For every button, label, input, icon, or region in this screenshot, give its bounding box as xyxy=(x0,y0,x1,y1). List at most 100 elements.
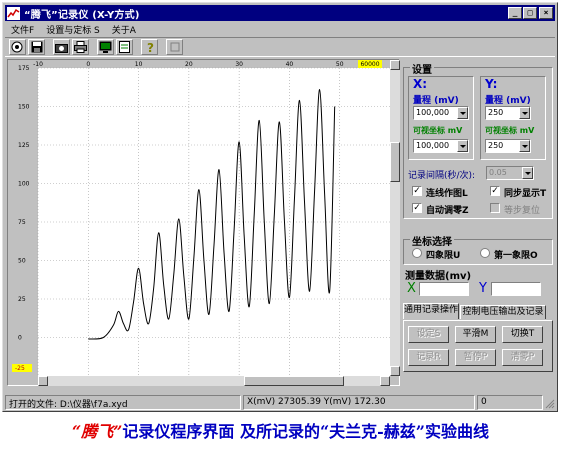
stop-icon xyxy=(170,42,179,52)
vertical-scrollbar[interactable] xyxy=(390,60,400,376)
scroll-up-arrow[interactable] xyxy=(390,60,400,70)
close-button[interactable]: × xyxy=(539,7,553,19)
y-tick-label: 50 xyxy=(18,258,26,265)
xy-chart: -10 0 10 20 30 40 50 60000 175 150 125 100 75 50 25 0 -2… xyxy=(12,60,390,376)
y-visible-label: 可视坐标 mV xyxy=(485,126,535,135)
measure-group: 测量数据(mv) X Y xyxy=(403,271,553,297)
resize-grip-icon[interactable] xyxy=(545,395,555,410)
caption-highlight: “腾飞” xyxy=(71,422,123,441)
document-icon xyxy=(119,41,130,53)
settings-title: 设置 xyxy=(410,61,434,76)
y-visible-value: 250 xyxy=(488,141,504,150)
menu-settings[interactable]: 设置与定标 S xyxy=(40,23,106,36)
x-tick-label: 10 xyxy=(135,61,143,68)
stepreset-label: 等步复位 xyxy=(504,206,541,216)
measure-x-field[interactable] xyxy=(419,282,469,296)
save-button[interactable] xyxy=(28,39,45,55)
maximize-button[interactable]: □ xyxy=(523,7,537,19)
switch-button[interactable]: 切换T xyxy=(502,326,543,343)
record-button[interactable]: 记录R xyxy=(408,349,449,366)
x-tick-label: 50 xyxy=(336,61,344,68)
app-logo-icon xyxy=(7,6,20,20)
minimize-button[interactable]: _ xyxy=(508,7,522,19)
connect-checkbox[interactable]: ✓ xyxy=(412,186,422,196)
status-extra: 0 xyxy=(477,395,543,410)
chevron-down-icon xyxy=(519,107,530,119)
chevron-down-icon xyxy=(457,140,468,152)
autozero-label: 自动调零Z xyxy=(426,206,469,216)
smooth-button[interactable]: 平滑M xyxy=(455,326,496,343)
x-tick-label: 20 xyxy=(185,61,193,68)
status-file: 打开的文件: D:\仪器\f7a.xyd xyxy=(5,395,241,410)
vertical-scroll-thumb[interactable] xyxy=(390,142,400,182)
interval-value: 0.05 xyxy=(489,168,507,177)
print-icon xyxy=(74,41,87,53)
x-tick-label: 0 xyxy=(86,61,90,68)
measure-x-label: X xyxy=(407,281,416,296)
x-tick-label: -10 xyxy=(33,61,43,68)
y-min-label: -25 xyxy=(15,365,25,372)
horizontal-scroll-thumb[interactable] xyxy=(244,376,344,386)
clear-button[interactable]: 清零P xyxy=(502,349,543,366)
y-tick-label: 175 xyxy=(18,65,30,72)
x-visible-value: 100,000 xyxy=(416,141,450,150)
x-axis-label: X: xyxy=(413,77,428,91)
x-range-value: 100,000 xyxy=(416,108,450,117)
help-button[interactable]: ? xyxy=(141,39,158,55)
first-quadrant-label: 第一象限O xyxy=(494,251,538,261)
y-tick-label: 100 xyxy=(18,181,30,188)
chevron-down-icon xyxy=(519,140,530,152)
plot-background xyxy=(38,68,390,376)
print-button[interactable] xyxy=(72,39,89,55)
toolbar: ? xyxy=(5,37,555,57)
scroll-down-arrow[interactable] xyxy=(390,366,400,376)
open-button[interactable] xyxy=(9,39,26,55)
y-tick-label: 25 xyxy=(18,296,26,303)
stepreset-checkbox[interactable] xyxy=(490,203,500,213)
measure-y-field[interactable] xyxy=(491,282,541,296)
x-range-label: 量程 (mV) xyxy=(413,96,459,106)
document-button[interactable] xyxy=(116,39,133,55)
coord-group: 坐标选择 四象限U 第一象限O xyxy=(403,233,553,265)
coord-title: 坐标选择 xyxy=(410,233,454,248)
tab-content: 设定S 平滑M 切换T 记录R 暂停P 清零P xyxy=(403,320,553,372)
stop-button[interactable] xyxy=(166,39,183,55)
tab-general[interactable]: 通用记录操作 xyxy=(403,303,459,319)
scroll-right-arrow[interactable] xyxy=(380,376,390,386)
sync-checkbox[interactable]: ✓ xyxy=(490,186,500,196)
y-visible-select[interactable]: 250 xyxy=(485,139,531,153)
interval-select[interactable]: 0.05 xyxy=(486,166,534,180)
help-icon: ? xyxy=(147,41,154,53)
tab-control[interactable]: 控制电压输出及记录 xyxy=(460,305,546,319)
pause-button[interactable]: 暂停P xyxy=(455,349,496,366)
x-tick-label: 40 xyxy=(286,61,294,68)
svg-text:?: ? xyxy=(147,41,154,53)
y-tick-label: 125 xyxy=(18,142,30,149)
app-window: “腾飞”记录仪 (X-Y方式) _ □ × 文件F 设置与定标 S 关于A ? … xyxy=(2,2,558,412)
four-quadrant-radio[interactable] xyxy=(412,248,422,258)
measure-y-label: Y xyxy=(479,281,487,296)
plot-area: -10 0 10 20 30 40 50 60000 175 150 125 100 75 50 25 0 -2… xyxy=(7,59,400,386)
set-button[interactable]: 设定S xyxy=(408,326,449,343)
camera-button[interactable] xyxy=(53,39,70,55)
autozero-checkbox[interactable]: ✓ xyxy=(412,203,422,213)
y-range-label: 量程 (mV) xyxy=(485,96,531,106)
horizontal-scrollbar[interactable] xyxy=(38,376,390,386)
window-title: “腾飞”记录仪 (X-Y方式) xyxy=(24,9,140,21)
y-axis-label: Y: xyxy=(485,77,498,91)
scroll-left-arrow[interactable] xyxy=(38,376,48,386)
save-icon xyxy=(31,41,42,53)
status-readout: X(mV) 27305.39 Y(mV) 172.30 xyxy=(243,395,475,410)
x-visible-select[interactable]: 100,000 xyxy=(413,139,469,153)
y-tick-label: 0 xyxy=(18,335,22,342)
status-bar: 打开的文件: D:\仪器\f7a.xyd X(mV) 27305.39 Y(mV… xyxy=(5,395,555,411)
x-range-select[interactable]: 100,000 xyxy=(413,106,469,120)
camera-icon xyxy=(55,43,68,53)
y-range-select[interactable]: 250 xyxy=(485,106,531,120)
menu-about[interactable]: 关于A xyxy=(106,23,142,36)
monitor-button[interactable] xyxy=(97,39,114,55)
first-quadrant-radio[interactable] xyxy=(480,248,490,258)
menu-file[interactable]: 文件F xyxy=(5,23,40,36)
y-tick-label: 150 xyxy=(18,104,30,111)
interval-label: 记录间隔(秒/次): xyxy=(408,171,476,181)
